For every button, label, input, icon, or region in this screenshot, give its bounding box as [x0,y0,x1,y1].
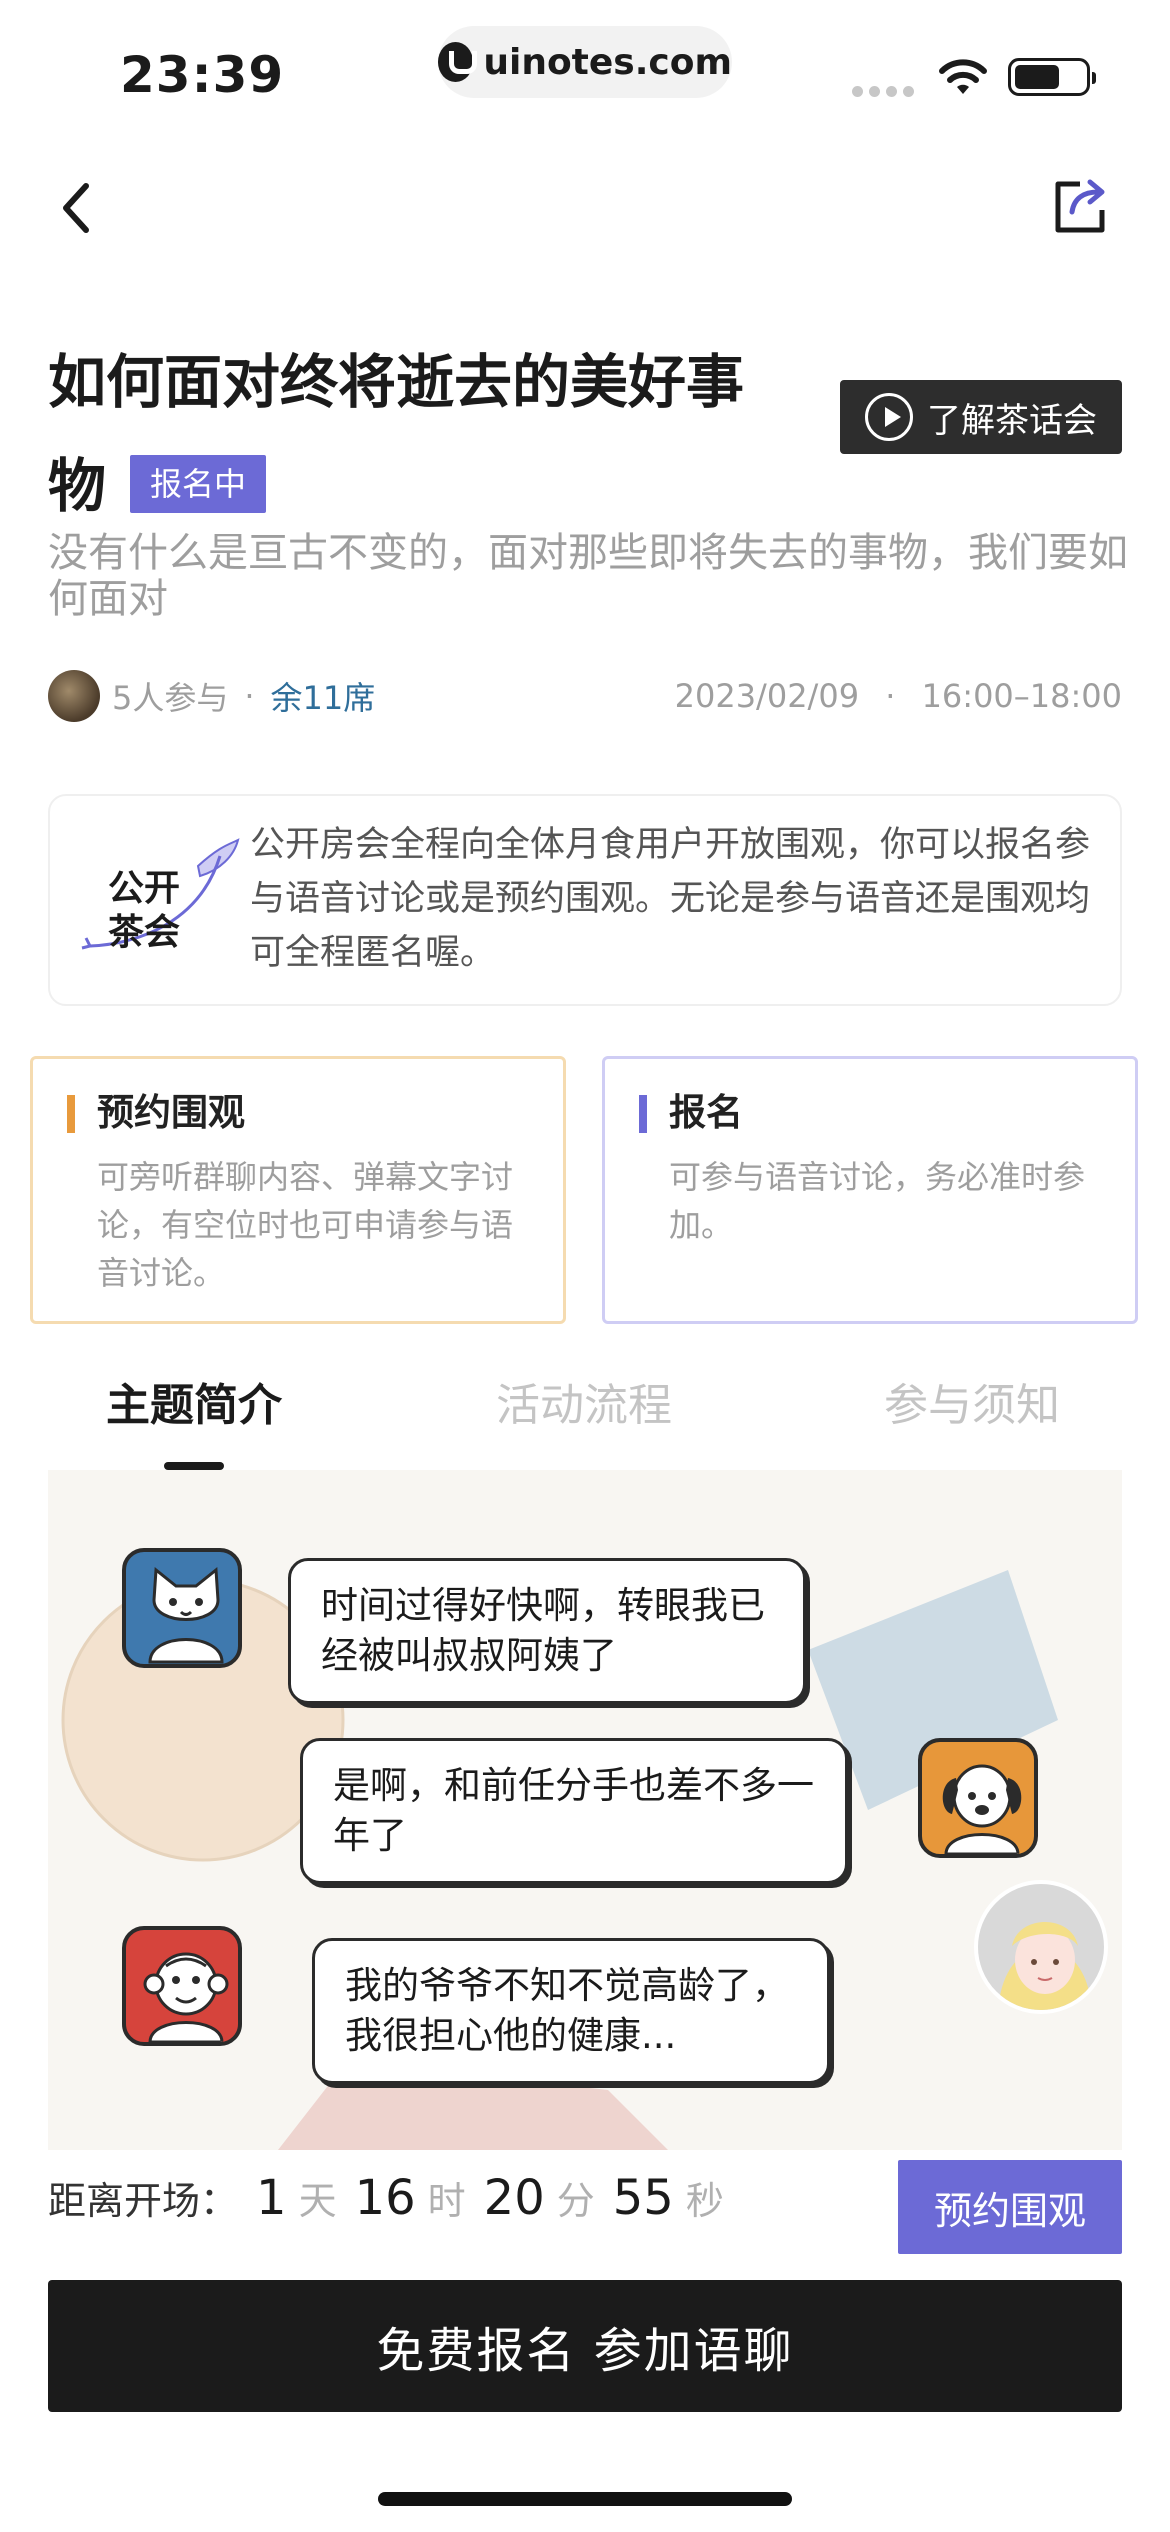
public-tea-party-logo: 公开 茶会 [81,838,240,953]
chat-bubble-1: 时间过得好快啊，转眼我已经被叫叔叔阿姨了 [288,1558,806,1704]
datetime-separator: · [885,677,896,715]
watch-button[interactable]: 预约围观 [898,2160,1122,2254]
countdown-days: 1 [256,2170,287,2226]
battery-icon [1008,58,1096,96]
play-icon [865,393,913,441]
watch-option-card[interactable]: 预约围观 可旁听群聊内容、弹幕文字讨论，有空位时也可申请参与语音讨论。 [30,1056,566,1324]
teaser-button[interactable]: 了解茶话会 [840,380,1122,454]
countdown-days-unit: 天 [298,2179,337,2223]
event-meta: 5人参与 · 余11席 2023/02/09 · 16:00–18:00 [48,668,1122,724]
topic-illustration: 时间过得好快啊，转眼我已经被叫叔叔阿姨了 是啊，和前任分手也差不多一年了 我的爷… [48,1470,1122,2150]
url-pill[interactable]: uinotes.com [438,26,732,98]
signup-option-title: 报名 [639,1087,1101,1139]
tab-schedule[interactable]: 活动流程 [496,1370,672,1442]
status-time: 23:39 [120,46,285,104]
countdown-minutes-unit: 分 [556,2179,595,2223]
cellular-signal-icon [852,86,914,97]
countdown-minutes: 20 [483,2170,545,2226]
tab-bar: 主题简介 活动流程 参与须知 [48,1370,1122,1470]
participant-avatar[interactable] [48,670,100,722]
signup-option-desc: 可参与语音讨论，务必准时参加。 [669,1158,1086,1244]
logo-text-line1: 公开 [108,868,180,909]
tab-indicator [164,1462,224,1470]
countdown: 距离开场： 1 天 16 时 20 分 55 秒 [48,2170,724,2250]
cat-avatar [122,1548,242,1668]
event-date: 2023/02/09 [674,677,860,715]
teaser-button-label: 了解茶话会 [927,400,1097,441]
dog-avatar [918,1738,1038,1858]
event-time: 16:00–18:00 [921,677,1122,715]
meta-separator: · [244,677,255,715]
signup-option-card[interactable]: 报名 可参与语音讨论，务必准时参加。 [602,1056,1138,1324]
monkey-avatar [122,1926,242,2046]
logo-text-line2: 茶会 [108,912,180,953]
seats-left: 余11席 [270,679,376,717]
wifi-icon [939,59,987,94]
countdown-seconds-unit: 秒 [685,2179,724,2223]
event-datetime: 2023/02/09 · 16:00–18:00 [675,677,1122,715]
countdown-hours: 16 [354,2170,416,2226]
participant-count: 5人参与 [112,679,229,717]
countdown-hours-unit: 时 [427,2179,466,2223]
event-title: 如何面对终将逝去的美好事物 报名中 [48,330,748,538]
home-indicator[interactable] [378,2492,792,2506]
tab-intro[interactable]: 主题简介 [106,1370,282,1442]
info-text: 公开房会全程向全体月食用户开放围观，你可以报名参与语音讨论或是预约围观。无论是参… [250,825,1091,973]
chat-bubble-2: 是啊，和前任分手也差不多一年了 [300,1738,848,1884]
host-avatar[interactable] [974,1880,1108,2014]
chat-bubble-3: 我的爷爷不知不觉高龄了，我很担心他的健康... [312,1938,830,2084]
signup-button[interactable]: 免费报名 参加语聊 [48,2280,1122,2412]
site-logo-icon [438,42,478,82]
status-bar: 23:39 uinotes.com [0,0,1170,140]
back-icon[interactable] [46,176,106,240]
url-text: uinotes.com [483,41,732,83]
tab-notice[interactable]: 参与须知 [884,1370,1060,1442]
countdown-seconds: 55 [612,2170,674,2226]
watch-option-title: 预约围观 [67,1087,529,1139]
info-box: 公开 茶会 公开房会全程向全体月食用户开放围观，你可以报名参与语音讨论或是预约围… [48,794,1122,1006]
share-icon[interactable] [1050,174,1112,238]
status-badge: 报名中 [130,454,267,513]
event-description: 没有什么是亘古不变的，面对那些即将失去的事物，我们要如何面对 [48,530,1128,622]
watch-option-desc: 可旁听群聊内容、弹幕文字讨论，有空位时也可申请参与语音讨论。 [97,1158,514,1292]
countdown-label: 距离开场： [48,2179,239,2223]
